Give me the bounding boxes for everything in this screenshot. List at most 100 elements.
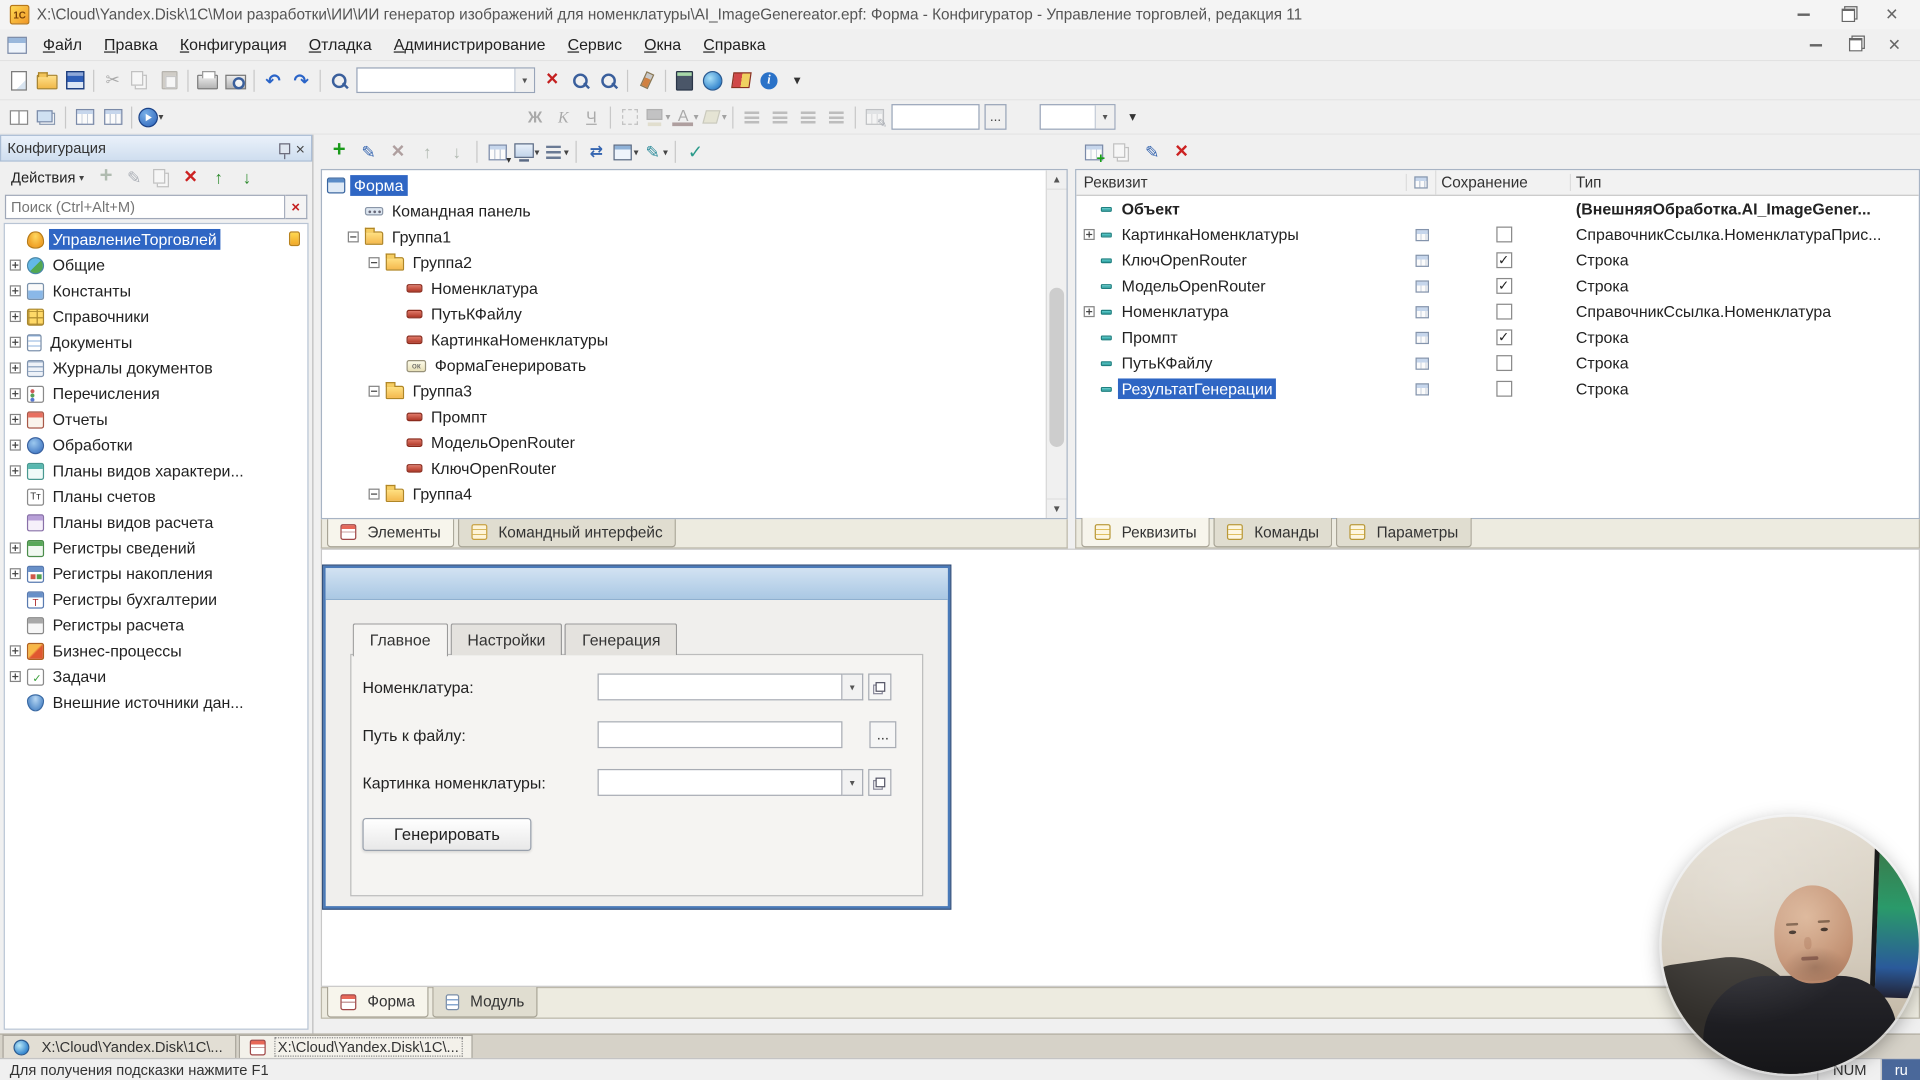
style-combo-input[interactable] (893, 107, 979, 128)
form-tree-item[interactable]: Группа2 (327, 250, 1067, 276)
actions-button[interactable]: Действия ▾ (5, 167, 90, 189)
save-checkbox[interactable] (1496, 381, 1512, 397)
config-tree-item[interactable]: Константы (10, 278, 308, 304)
dropdown-arrow-icon[interactable]: ▾ (634, 146, 639, 157)
syntax-help-icon[interactable] (727, 67, 754, 94)
find-icon[interactable] (326, 67, 353, 94)
info-icon[interactable] (756, 67, 783, 94)
clear-search-icon[interactable]: × (285, 195, 307, 219)
expand-icon[interactable] (10, 414, 21, 425)
list-view-icon[interactable]: ▾ (542, 138, 569, 165)
grid1-icon[interactable] (71, 103, 98, 130)
config-tree-item[interactable]: Бизнес-процессы (10, 638, 308, 664)
config-tree-item[interactable]: Обработки (10, 432, 308, 458)
attribute-row[interactable]: Промпт Строка (1076, 324, 1918, 350)
form-tree-item[interactable]: Группа3 (327, 378, 1067, 404)
undo-icon[interactable] (260, 67, 287, 94)
form-tree-item[interactable]: Группа4 (327, 481, 1067, 507)
open-button[interactable] (868, 673, 891, 700)
menu-item-5[interactable]: Сервис (557, 29, 634, 60)
toolbar-overflow-icon[interactable] (1119, 103, 1146, 130)
panel-close-icon[interactable] (296, 139, 305, 157)
window-tab-0[interactable]: X:\Cloud\Yandex.Disk\1C\... (2, 1035, 236, 1058)
form-tree-item[interactable]: Форма (327, 173, 1067, 199)
expand-icon[interactable] (10, 568, 21, 579)
save-checkbox[interactable] (1496, 278, 1512, 294)
config-tree-item[interactable]: Общие (10, 252, 308, 278)
collapse-icon[interactable] (369, 257, 380, 268)
form-tree-item[interactable]: МодельOpenRouter (327, 430, 1067, 456)
column-save[interactable]: Сохранение (1436, 174, 1571, 191)
expand-icon[interactable] (1084, 229, 1095, 240)
form-tree-item[interactable]: Промпт (327, 404, 1067, 430)
form-view-icon[interactable]: ▾ (513, 138, 540, 165)
save-checkbox[interactable] (1496, 252, 1512, 268)
add-attr-icon[interactable] (1080, 138, 1107, 165)
menu-item-4[interactable]: Администрирование (383, 29, 557, 60)
style-combo[interactable] (891, 104, 979, 130)
format-painter-icon[interactable] (633, 67, 660, 94)
form-tree-item[interactable]: ФормаГенерировать (327, 353, 1067, 379)
scroll-down-icon[interactable]: ▼ (1047, 498, 1067, 518)
edit-icon[interactable] (1139, 138, 1166, 165)
form-tree-item[interactable]: ПутьКФайлу (327, 301, 1067, 327)
config-tree-item[interactable]: Отчеты (10, 407, 308, 433)
attribute-row[interactable]: КартинкаНоменклатуры СправочникСсылка.Но… (1076, 222, 1918, 248)
expand-icon[interactable] (10, 362, 21, 373)
search-combo-input[interactable] (358, 70, 515, 91)
tab-cmd-interface-1[interactable]: Командный интерфейс (458, 518, 676, 547)
expand-icon[interactable] (10, 260, 21, 271)
dropdown-arrow-icon[interactable]: ▾ (159, 111, 164, 122)
dropdown-arrow-icon[interactable]: ▾ (564, 146, 569, 157)
tab-elements-0[interactable]: Элементы (327, 518, 454, 547)
minimize-icon[interactable] (1785, 2, 1822, 26)
open-button[interactable] (868, 769, 891, 796)
tab-list-tab-1[interactable]: Команды (1214, 518, 1333, 547)
tab-list-tab-0[interactable]: Реквизиты (1081, 518, 1210, 547)
dropdown-arrow-icon[interactable]: ▾ (694, 111, 699, 122)
config-tree-item[interactable]: Внешние источники дан... (10, 689, 308, 715)
attribute-row[interactable]: РезультатГенерации Строка (1076, 376, 1918, 402)
attribute-row[interactable]: ПутьКФайлу Строка (1076, 350, 1918, 376)
expand-icon[interactable] (10, 671, 21, 682)
config-tree-item[interactable]: Регистры расчета (10, 612, 308, 638)
redo-icon[interactable] (288, 67, 315, 94)
menu-item-3[interactable]: Отладка (298, 29, 383, 60)
form-tree-item[interactable]: Группа1 (327, 224, 1067, 250)
find-next-icon[interactable] (567, 67, 594, 94)
scroll-up-icon[interactable]: ▲ (1047, 170, 1067, 190)
config-tree-item[interactable]: Планы счетов (10, 484, 308, 510)
scrollbar-thumb[interactable] (1049, 288, 1064, 447)
dropdown-button[interactable]: ▾ (842, 769, 863, 796)
tab-order-icon[interactable] (583, 138, 610, 165)
run-icon[interactable]: ▾ (137, 103, 164, 130)
field-input[interactable] (598, 721, 843, 748)
collapse-icon[interactable] (369, 386, 380, 397)
move-down-icon[interactable] (233, 164, 260, 191)
config-tree-item[interactable]: Планы видов характери... (10, 458, 308, 484)
expand-icon[interactable] (10, 285, 21, 296)
form-tree-item[interactable]: КартинкаНоменклатуры (327, 327, 1067, 353)
expand-icon[interactable] (10, 542, 21, 553)
attribute-row[interactable]: МодельOpenRouter Строка (1076, 273, 1918, 299)
collapse-icon[interactable] (369, 489, 380, 500)
dropdown-arrow-icon[interactable]: ▾ (665, 111, 670, 122)
expand-icon[interactable] (10, 465, 21, 476)
mdi-restore-icon[interactable] (1837, 32, 1874, 56)
config-tree-item[interactable]: Журналы документов (10, 355, 308, 381)
form-tree-item[interactable]: Командная панель (327, 198, 1067, 224)
attribute-row[interactable]: Номенклатура СправочникСсылка.Номенклату… (1076, 299, 1918, 325)
save-checkbox[interactable] (1496, 304, 1512, 320)
column-grid-icon[interactable] (1407, 170, 1436, 194)
mdi-close-icon[interactable] (1876, 32, 1913, 56)
mdi-minimize-icon[interactable] (1798, 32, 1835, 56)
pin-icon[interactable] (280, 143, 291, 154)
delete-icon[interactable] (1168, 138, 1195, 165)
menu-item-0[interactable]: Файл (32, 29, 93, 60)
globe-icon[interactable] (699, 67, 726, 94)
expand-icon[interactable] (1084, 306, 1095, 317)
save-icon[interactable] (61, 67, 88, 94)
expand-icon[interactable] (10, 388, 21, 399)
collapse-icon[interactable] (348, 231, 359, 242)
move-up-icon[interactable] (205, 164, 232, 191)
